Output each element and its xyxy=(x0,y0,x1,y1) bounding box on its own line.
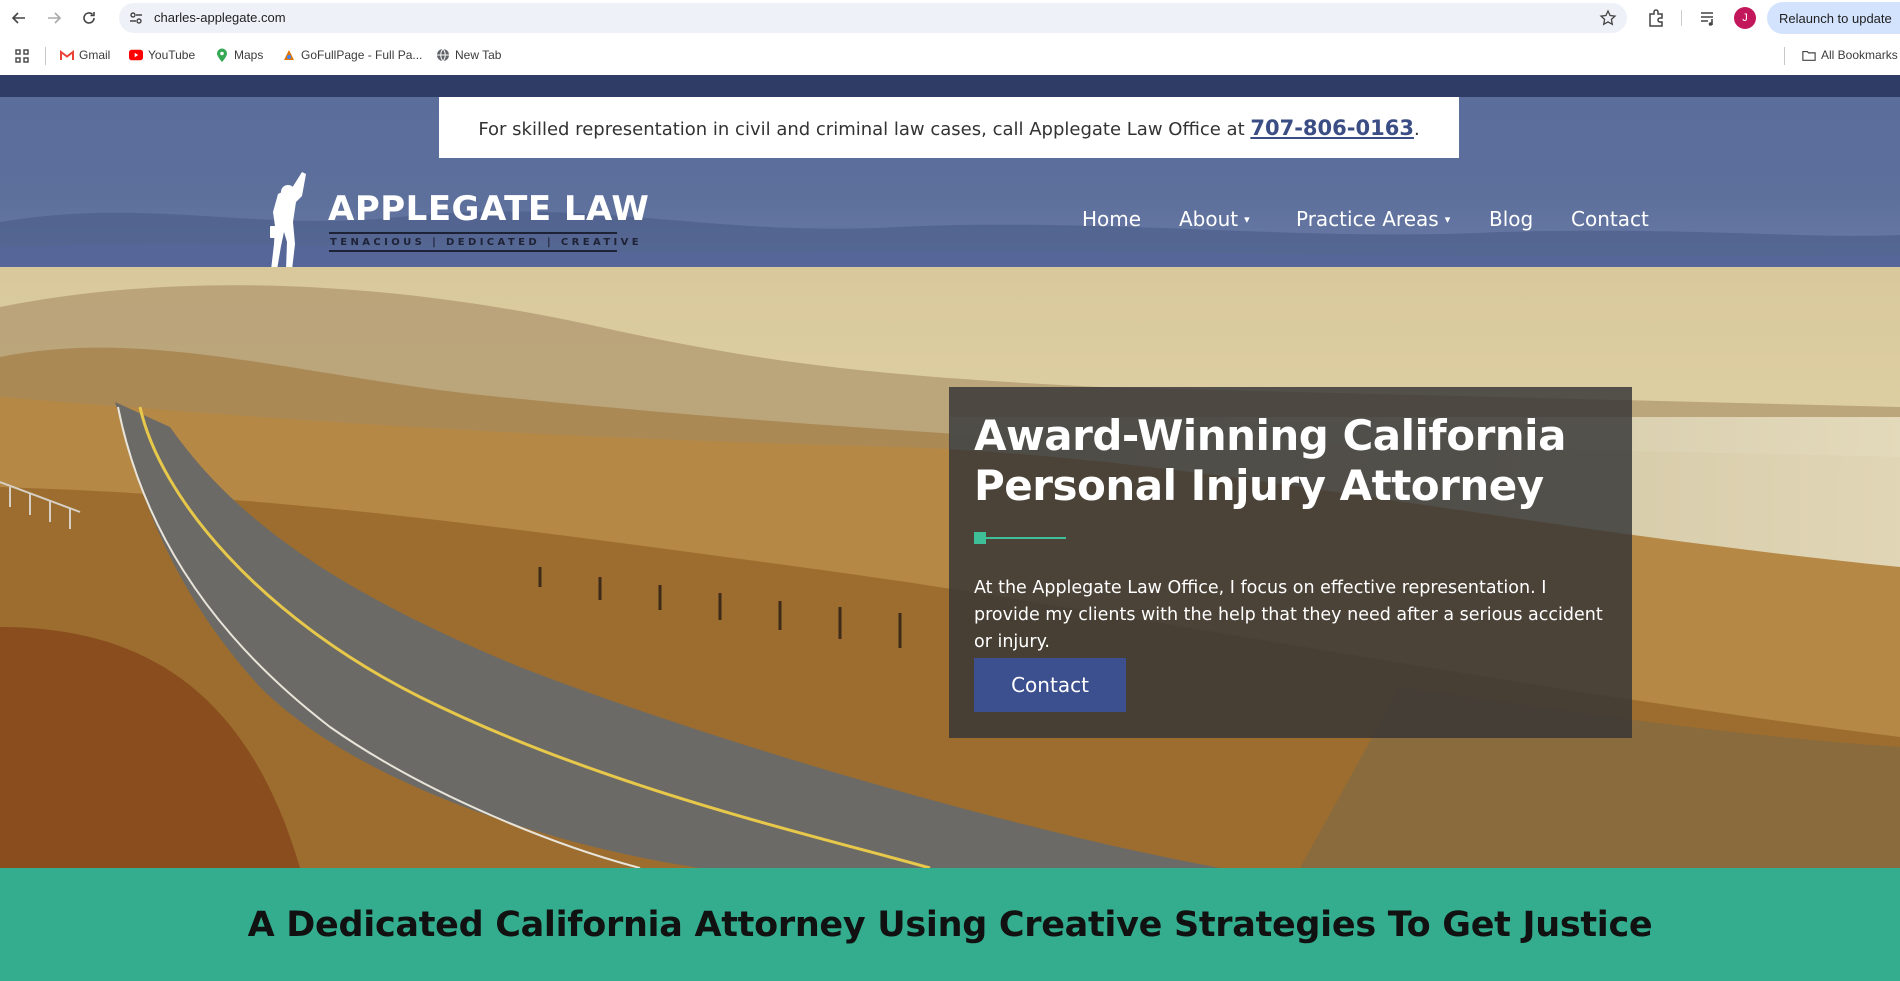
nav-about-label: About xyxy=(1179,207,1239,231)
youtube-icon xyxy=(129,48,143,62)
accent-divider xyxy=(974,532,1066,544)
feature-band: A Dedicated California Attorney Using Cr… xyxy=(0,868,1900,981)
apps-grid-icon[interactable] xyxy=(14,48,30,67)
all-bookmarks[interactable]: All Bookmarks xyxy=(1802,48,1898,62)
folder-icon xyxy=(1802,48,1816,62)
url-text[interactable]: charles-applegate.com xyxy=(154,10,286,25)
nav-blog-label: Blog xyxy=(1489,207,1534,231)
bookmark-label: GoFullPage - Full Pa... xyxy=(301,48,423,62)
band-heading: A Dedicated California Attorney Using Cr… xyxy=(247,905,1653,945)
call-bar-suffix: . xyxy=(1413,119,1420,140)
nav-home[interactable]: Home xyxy=(1082,207,1141,231)
bookmark-label: Maps xyxy=(234,48,264,62)
logo-tagline: TENACIOUS | DEDICATED | CREATIVE xyxy=(329,232,639,252)
bookmark-gofullpage[interactable]: GoFullPage - Full Pa... xyxy=(282,48,422,62)
chevron-down-icon: ▾ xyxy=(1444,212,1451,226)
media-queue-icon[interactable] xyxy=(1698,8,1718,33)
bookmark-star-icon[interactable] xyxy=(1599,9,1617,32)
reload-icon[interactable] xyxy=(77,6,101,30)
nav-blog[interactable]: Blog xyxy=(1489,207,1533,231)
bookmark-label: YouTube xyxy=(148,48,196,62)
hero-title: Award-Winning California Personal Injury… xyxy=(974,411,1566,510)
hero-section: Award-Winning California Personal Injury… xyxy=(0,267,1900,868)
bookmark-new-tab[interactable]: New Tab xyxy=(436,48,501,62)
bookmark-gmail[interactable]: Gmail xyxy=(60,48,110,62)
profile-avatar[interactable]: J xyxy=(1734,7,1756,29)
globe-icon xyxy=(436,48,450,62)
bookmark-label: New Tab xyxy=(455,48,502,62)
bookmark-maps[interactable]: Maps xyxy=(215,48,263,62)
top-strip xyxy=(0,75,1900,97)
chevron-down-icon: ▾ xyxy=(1244,212,1250,226)
call-bar: For skilled representation in civil and … xyxy=(439,97,1459,158)
hero-description: At the Applegate Law Office, I focus on … xyxy=(974,578,1603,652)
nav-practice-areas-label: Practice Areas xyxy=(1296,207,1439,231)
site-info-icon[interactable] xyxy=(128,10,144,31)
relaunch-button[interactable]: Relaunch to update xyxy=(1767,2,1900,34)
bookmarks-divider xyxy=(45,47,46,65)
gmail-icon xyxy=(60,48,74,62)
browser-toolbar: charles-applegate.com J Relaunch to upda… xyxy=(0,0,1900,36)
nav-contact-label: Contact xyxy=(1571,207,1649,231)
gofullpage-icon xyxy=(282,48,296,62)
phone-link[interactable]: 707-806-0163 xyxy=(1250,116,1414,140)
person-silhouette-icon xyxy=(270,172,306,267)
bookmarks-divider xyxy=(1784,47,1785,65)
all-bookmarks-label: All Bookmarks xyxy=(1821,48,1898,62)
hero-content-box: Award-Winning California Personal Injury… xyxy=(949,387,1632,738)
toolbar-divider xyxy=(1681,10,1682,26)
nav-home-label: Home xyxy=(1082,207,1142,231)
bookmarks-bar: Gmail YouTube Maps GoFullPage - Full Pa.… xyxy=(0,36,1900,75)
extensions-icon[interactable] xyxy=(1646,8,1666,33)
back-icon[interactable] xyxy=(7,6,31,30)
bookmark-label: Gmail xyxy=(79,48,111,62)
site-header: For skilled representation in civil and … xyxy=(0,97,1900,267)
hero-contact-button[interactable]: Contact xyxy=(974,658,1126,712)
forward-icon[interactable] xyxy=(42,6,66,30)
site-logo[interactable]: APPLEGATE LAW TENACIOUS | DEDICATED | CR… xyxy=(266,170,649,267)
bookmark-youtube[interactable]: YouTube xyxy=(129,48,195,62)
nav-contact[interactable]: Contact xyxy=(1571,207,1649,231)
nav-about[interactable]: About ▾ xyxy=(1179,207,1250,231)
address-bar[interactable]: charles-applegate.com xyxy=(119,3,1627,33)
logo-name: APPLEGATE LAW xyxy=(328,189,650,229)
nav-practice-areas[interactable]: Practice Areas ▾ xyxy=(1296,207,1450,231)
call-bar-text: For skilled representation in civil and … xyxy=(478,119,1245,140)
web-page: For skilled representation in civil and … xyxy=(0,75,1900,981)
maps-icon xyxy=(215,48,229,62)
